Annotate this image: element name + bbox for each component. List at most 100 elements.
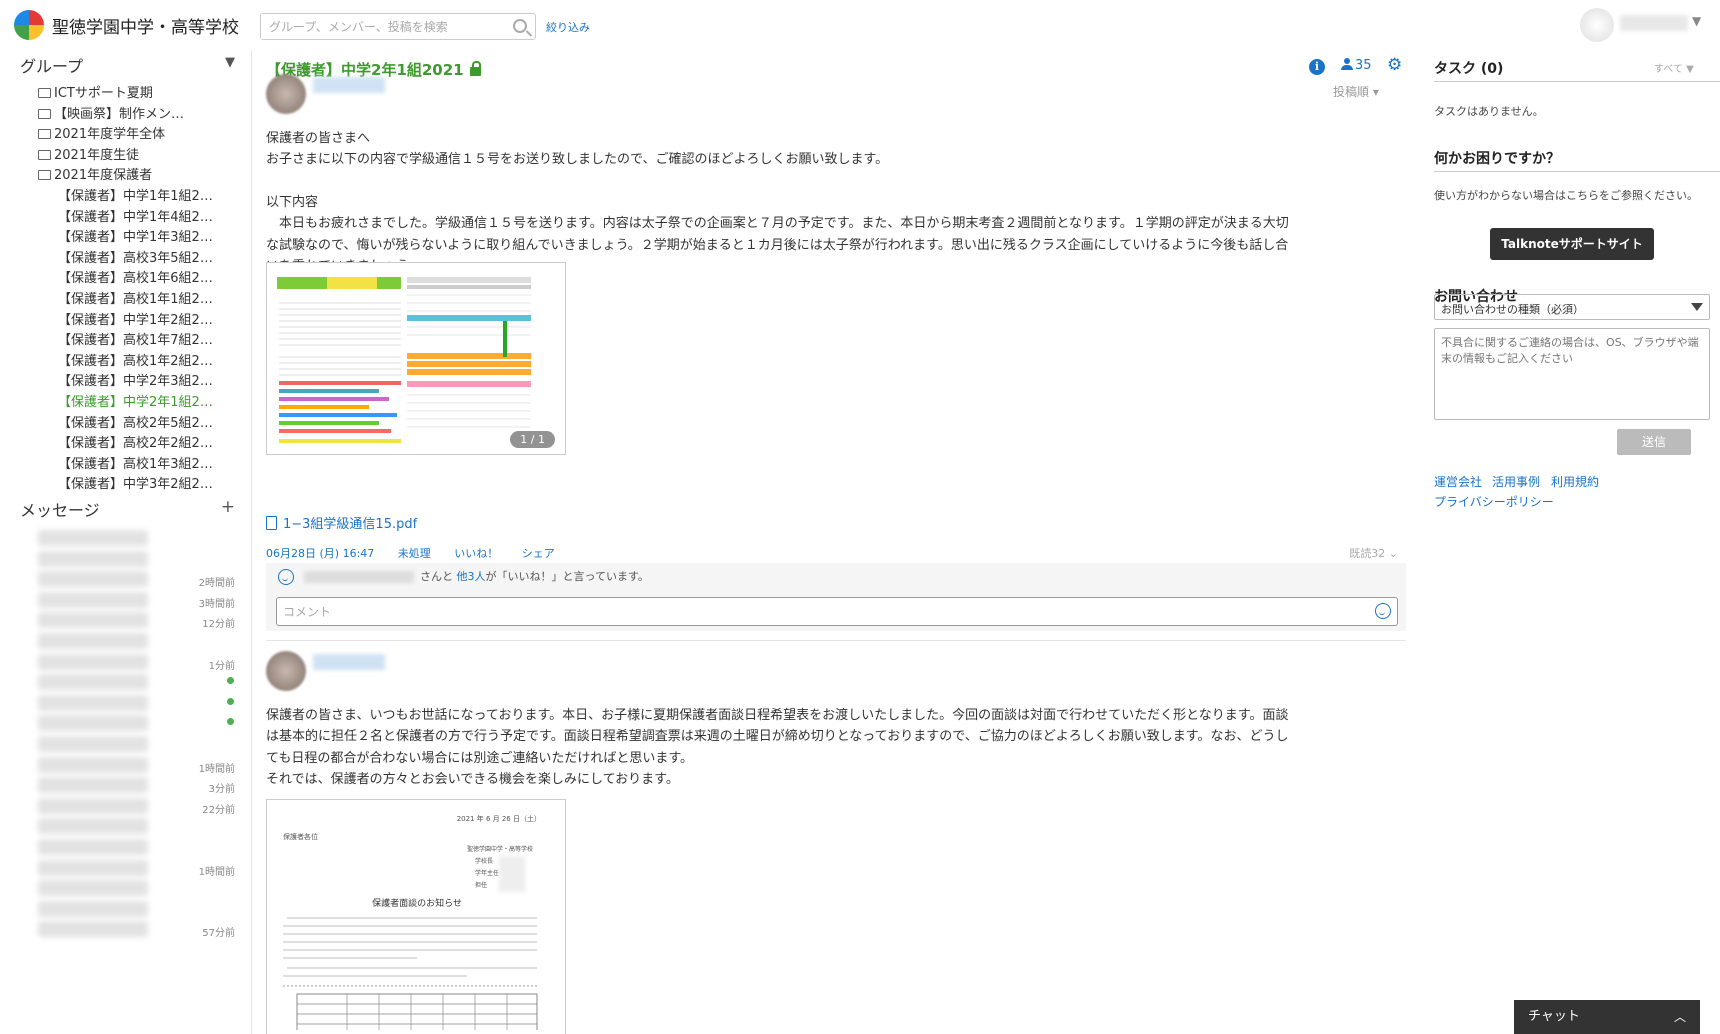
groups-toggle-icon[interactable]: ▼ [225, 55, 235, 70]
messages-heading: メッセージ [20, 501, 100, 520]
user-avatar[interactable] [1580, 8, 1614, 42]
message-thread-blurred[interactable] [38, 571, 148, 588]
message-thread-blurred[interactable] [38, 797, 148, 814]
group-folder-item[interactable]: 2021年度学年全体 [38, 123, 165, 142]
group-item[interactable]: 【保護者】中学1年3組2… [58, 226, 213, 245]
search-icon[interactable] [513, 19, 527, 33]
pdf-attachment-link[interactable]: 1−3組学級通信15.pdf [266, 513, 417, 532]
contact-type-select[interactable]: お問い合わせの種類（必須） [1434, 294, 1710, 320]
like-button[interactable]: いいね！ [454, 547, 498, 560]
search-input[interactable] [261, 14, 501, 39]
terms-link[interactable]: 利用規約 [1551, 473, 1599, 490]
group-item[interactable]: 【保護者】高校1年7組2… [58, 329, 213, 348]
contact-message-textarea[interactable] [1434, 328, 1710, 420]
gear-icon[interactable]: ⚙ [1387, 57, 1402, 74]
group-item[interactable]: 【保護者】高校1年2組2… [58, 350, 213, 369]
message-thread-blurred[interactable] [38, 633, 148, 649]
attachment-thumbnail[interactable]: 2021 年 6 月 26 日（土） 保護者各位 聖徳学園中学・高等学校 学校長学… [266, 799, 566, 1034]
company-link[interactable]: 運営会社 [1434, 473, 1482, 490]
group-folder-item[interactable]: 2021年度生徒 [38, 144, 139, 163]
groups-heading: グループ [20, 57, 84, 76]
group-item[interactable]: 【保護者】高校2年5組2… [58, 412, 213, 431]
post-body-line: な試験なので、悔いが残らないように取り組んでいきましょう。２学期が始まると１カ月… [266, 237, 1289, 253]
doc-sender-line: 聖徳学園中学・高等学校 [467, 846, 534, 853]
case-studies-link[interactable]: 活用事例 [1492, 473, 1540, 490]
message-thread-blurred[interactable] [38, 880, 148, 897]
emoji-smile-icon[interactable] [1375, 603, 1391, 619]
task-filter-dropdown[interactable]: すべて ▼ [1654, 60, 1694, 75]
send-button[interactable]: 送信 [1617, 429, 1691, 455]
share-button[interactable]: シェア [522, 547, 555, 560]
post-author-name[interactable] [313, 654, 385, 670]
group-item[interactable]: 【保護者】中学1年2組2… [58, 309, 213, 328]
other-likers-link[interactable]: 他3人 [457, 570, 486, 583]
message-thread-blurred[interactable] [38, 756, 148, 773]
group-folder-item[interactable]: ICTサポート夏期 [38, 82, 153, 101]
school-name[interactable]: 聖徳学園中学・高等学校 [52, 13, 239, 38]
message-thread-blurred[interactable] [38, 674, 148, 691]
message-thread-blurred[interactable] [38, 859, 148, 876]
status-unprocessed[interactable]: 未処理 [398, 547, 431, 560]
left-sidebar: グループ ▼ メッセージ + ICTサポート夏期 【映画祭】制作メン… 2021年度… [0, 50, 252, 1034]
group-item[interactable]: 【保護者】中学3年2組2… [58, 473, 213, 492]
filter-link[interactable]: 絞り込み [546, 19, 590, 35]
message-time: 1分前 [208, 660, 235, 672]
group-item[interactable]: 【保護者】高校1年3組2… [58, 453, 213, 472]
message-thread-blurred[interactable] [38, 818, 148, 835]
group-item[interactable]: 【保護者】高校3年5組2… [58, 247, 213, 266]
add-message-icon[interactable]: + [221, 497, 235, 517]
post-date[interactable]: 06月28日 (月) 16:47 [266, 547, 374, 560]
message-thread-blurred[interactable] [38, 715, 148, 732]
message-thread-blurred[interactable] [38, 736, 148, 752]
post-body-line: 保護者の皆さま、いつもお世話になっております。本日、お子様に夏期保護者面談日程希… [266, 708, 1289, 723]
message-time: 1時間前 [198, 866, 235, 878]
post-author-avatar[interactable] [266, 651, 306, 691]
message-time: 3時間前 [198, 598, 235, 610]
message-thread-blurred[interactable] [38, 653, 148, 670]
message-thread-blurred[interactable] [38, 921, 148, 938]
liker-name-blurred[interactable] [304, 571, 414, 583]
chevron-up-icon[interactable]: ︿ [1674, 1000, 1686, 1034]
group-folder-item[interactable]: 2021年度保護者 [38, 164, 152, 183]
group-item[interactable]: 【保護者】高校1年1組2… [58, 288, 213, 307]
message-thread-blurred[interactable] [38, 900, 148, 917]
message-thread-blurred[interactable] [38, 777, 148, 794]
support-site-button[interactable]: Talknoteサポートサイト [1490, 228, 1654, 260]
comment-input[interactable] [276, 597, 1398, 626]
attachment-thumbnail[interactable]: 1 / 1 [266, 262, 566, 455]
group-item[interactable]: 【保護者】高校1年6組2… [58, 267, 213, 286]
info-icon[interactable]: i [1309, 59, 1325, 75]
user-name-blurred[interactable] [1620, 15, 1688, 31]
person-icon [1341, 58, 1353, 70]
message-thread-blurred[interactable] [38, 550, 148, 567]
like-tail: が「いいね！」と言っています。 [485, 570, 649, 583]
read-count[interactable]: 既読32 ⌄ [1349, 545, 1398, 561]
user-menu-caret-icon[interactable]: ▼ [1692, 14, 1701, 28]
sort-dropdown[interactable]: 投稿順 ▾ [1333, 83, 1379, 100]
folder-icon [38, 149, 51, 160]
document-icon [266, 516, 277, 530]
group-item[interactable]: 【保護者】中学1年1組2… [58, 185, 213, 204]
unread-dot-icon [227, 677, 234, 685]
group-item[interactable]: 【保護者】中学1年4組2… [58, 206, 213, 225]
privacy-policy-link[interactable]: プライバシーポリシー [1434, 493, 1554, 510]
search-box[interactable] [260, 13, 536, 40]
group-item[interactable]: 【保護者】高校2年2組2… [58, 432, 213, 451]
group-item[interactable]: 【保護者】中学2年1組2… [58, 391, 213, 410]
pdf-filename[interactable]: 1−3組学級通信15.pdf [283, 517, 417, 532]
contact-type-value: お問い合わせの種類（必須） [1441, 303, 1584, 316]
school-logo-icon[interactable] [14, 10, 44, 40]
message-thread-blurred[interactable] [38, 612, 148, 629]
group-folder-item[interactable]: 【映画祭】制作メン… [38, 103, 184, 122]
member-count-button[interactable]: 35 [1341, 58, 1372, 73]
message-time: 12分前 [202, 619, 235, 631]
post-author-name[interactable] [313, 77, 385, 93]
post-author-avatar[interactable] [266, 74, 306, 114]
chat-bar[interactable]: チャット ︿ [1514, 1000, 1700, 1034]
message-thread-blurred[interactable] [38, 591, 148, 608]
chat-label: チャット [1528, 1009, 1580, 1024]
message-thread-blurred[interactable] [38, 839, 148, 855]
message-thread-blurred[interactable] [38, 694, 148, 711]
group-item[interactable]: 【保護者】中学2年3組2… [58, 370, 213, 389]
message-thread-blurred[interactable] [38, 530, 148, 546]
